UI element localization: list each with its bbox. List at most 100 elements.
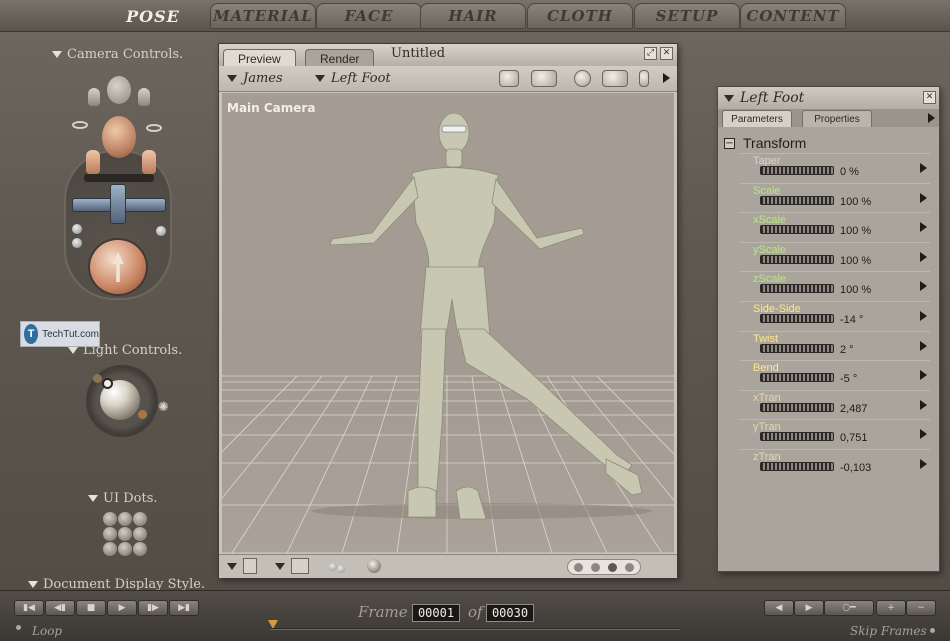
parameter-row[interactable]: xTran 2,487 (740, 389, 930, 420)
next-key-button[interactable]: ▶ (794, 600, 824, 616)
last-frame-button[interactable]: ▶▮ (169, 600, 199, 616)
timeline-track[interactable] (270, 628, 680, 630)
move-camera-icon[interactable] (602, 70, 628, 87)
3d-viewport[interactable]: Main Camera (222, 93, 674, 553)
parameter-row[interactable]: xScale 100 % (740, 212, 930, 242)
parameter-dial[interactable] (760, 314, 834, 323)
ui-dot-icon[interactable] (608, 563, 617, 572)
close-icon[interactable]: ✕ (660, 47, 673, 60)
skip-frames-dot-icon[interactable] (930, 628, 935, 633)
light-dot-icon[interactable] (138, 410, 147, 419)
ui-dot[interactable] (118, 527, 132, 541)
cube-style-icon[interactable] (291, 558, 309, 574)
camera-swap-icon[interactable] (531, 70, 557, 87)
parameter-dial[interactable] (760, 373, 834, 383)
tab-setup[interactable]: SETUP (634, 3, 740, 29)
rotate-left-icon[interactable] (72, 121, 88, 129)
ui-dot-icon[interactable] (574, 563, 583, 572)
light-handle-icon[interactable] (102, 378, 113, 389)
parameter-value[interactable]: -5 ° (840, 373, 857, 385)
transform-group-header[interactable]: − Transform (724, 135, 806, 151)
camera-view-icon[interactable] (499, 70, 519, 87)
parameter-row[interactable]: zScale 100 % (740, 271, 930, 301)
stop-button[interactable]: ■ (76, 600, 106, 616)
parameter-row[interactable]: zTran -0,103 (740, 449, 930, 479)
parameter-dial[interactable] (760, 284, 834, 294)
total-frames-field[interactable]: 00030 (486, 604, 534, 622)
parameter-dial[interactable] (760, 195, 834, 205)
light-controls-header[interactable]: Light Controls. (68, 343, 182, 358)
actor-menu[interactable]: Left Foot (315, 71, 391, 86)
parameter-row[interactable]: Scale 100 % (740, 182, 930, 213)
ui-dot[interactable] (103, 512, 117, 526)
ui-dot[interactable] (133, 527, 147, 541)
parameter-value[interactable]: 100 % (840, 255, 871, 267)
parameter-menu-arrow-icon[interactable] (920, 370, 927, 381)
parameter-dial[interactable] (760, 343, 834, 353)
rotate-right-icon[interactable] (146, 124, 162, 132)
previous-key-button[interactable]: ◀ (764, 600, 794, 616)
next-frame-button[interactable]: ▮▶ (138, 600, 168, 616)
parameter-row[interactable]: Bend -5 ° (740, 360, 930, 390)
parameter-row[interactable]: Taper 0 % (740, 153, 930, 183)
parameter-dial[interactable] (760, 432, 834, 442)
loop-dot-icon[interactable] (16, 625, 21, 630)
parameter-value[interactable]: 100 % (840, 196, 871, 208)
parameter-dial[interactable] (760, 254, 834, 264)
ui-dot[interactable] (118, 512, 132, 526)
document-style-icon[interactable] (243, 558, 257, 574)
parameter-menu-arrow-icon[interactable] (920, 251, 927, 262)
ui-dot[interactable] (103, 527, 117, 541)
current-frame-field[interactable]: 00001 (412, 604, 460, 622)
tab-material[interactable]: MATERIAL (210, 3, 316, 29)
close-icon[interactable]: ✕ (923, 91, 936, 104)
face-camera-icon[interactable] (107, 76, 131, 104)
ui-dot[interactable] (103, 542, 117, 556)
parameter-dial[interactable] (760, 462, 834, 471)
tab-cloth[interactable]: CLOTH (527, 3, 633, 29)
depth-cue-icon[interactable] (329, 561, 347, 573)
toolbar-more-arrow-icon[interactable] (663, 73, 670, 83)
parameter-dial[interactable] (760, 166, 834, 175)
parameter-menu-arrow-icon[interactable] (920, 399, 927, 410)
parameter-row[interactable]: yScale 100 % (740, 241, 930, 272)
maximize-icon[interactable]: ⤢ (644, 47, 657, 60)
ui-dot[interactable] (133, 542, 147, 556)
figure-james[interactable] (329, 112, 643, 520)
tab-render[interactable]: Render (305, 49, 375, 67)
ui-dots-selector[interactable] (567, 559, 641, 575)
parameter-value[interactable]: -0,103 (840, 462, 871, 474)
parameter-row[interactable]: Side-Side -14 ° (740, 301, 930, 331)
tab-parameters[interactable]: Parameters (722, 110, 792, 127)
camera-controls-header[interactable]: Camera Controls. (52, 47, 183, 62)
parameter-value[interactable]: -14 ° (840, 314, 863, 326)
parameter-value[interactable]: 2,487 (840, 403, 868, 415)
key-icon-button[interactable]: ○━ (824, 600, 874, 616)
parameter-menu-arrow-icon[interactable] (920, 459, 927, 469)
parameter-value[interactable]: 0,751 (840, 432, 868, 444)
parameters-more-arrow-icon[interactable] (928, 113, 935, 123)
parameter-dial[interactable] (760, 225, 834, 235)
parameter-menu-arrow-icon[interactable] (920, 163, 927, 173)
right-hand-camera-icon[interactable] (138, 88, 150, 106)
left-hand-icon[interactable] (86, 150, 100, 174)
tab-preview[interactable]: Preview (223, 49, 296, 67)
figure-menu[interactable]: James (227, 71, 283, 86)
trackball-icon[interactable] (88, 238, 148, 296)
parameter-value[interactable]: 100 % (840, 284, 871, 296)
play-button[interactable]: ▶ (107, 600, 137, 616)
scale-camera-icon[interactable] (639, 70, 649, 87)
light-dot-icon[interactable] (93, 374, 102, 383)
parameter-row[interactable]: Twist 2 ° (740, 330, 930, 361)
shadow-toggle-icon[interactable] (367, 559, 381, 573)
small-dot-icon[interactable] (72, 224, 82, 234)
remove-key-button[interactable]: − (906, 600, 936, 616)
add-key-button[interactable]: + (876, 600, 906, 616)
ui-dot-icon[interactable] (625, 563, 634, 572)
right-hand-icon[interactable] (142, 150, 156, 174)
rotate-camera-icon[interactable] (574, 70, 591, 87)
move-vertical-icon[interactable] (110, 184, 126, 224)
display-style-dropdown-icon[interactable] (227, 563, 237, 570)
previous-frame-button[interactable]: ◀▮ (45, 600, 75, 616)
tab-face[interactable]: FACE (316, 3, 422, 29)
